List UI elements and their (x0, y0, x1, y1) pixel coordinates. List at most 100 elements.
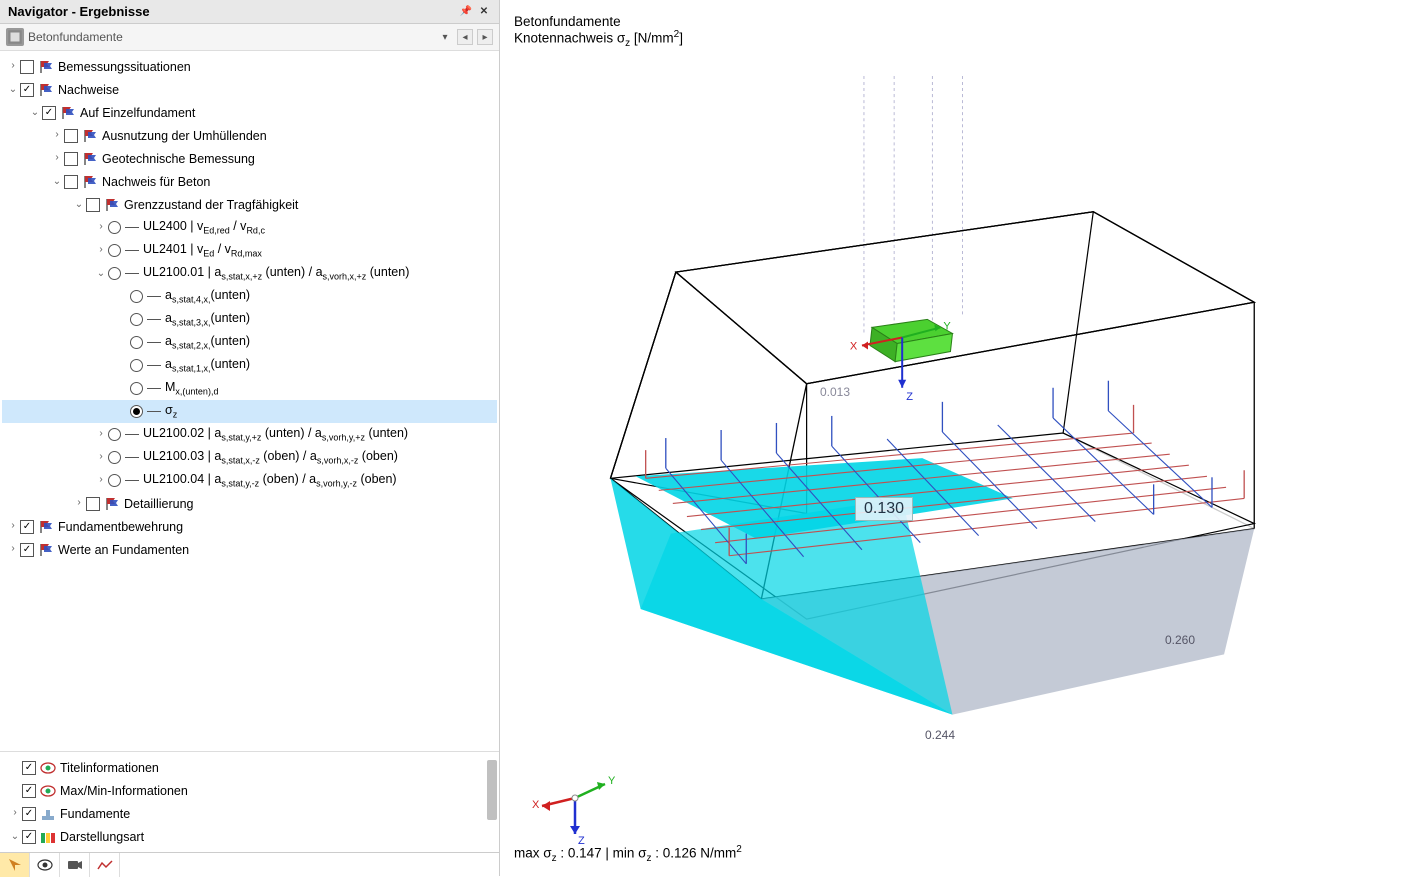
checkbox[interactable] (42, 106, 56, 120)
tree-row[interactable]: as,stat,3,x,(unten) (2, 308, 497, 331)
results-tree[interactable]: › Bemessungssituationen ⌄Nachweise⌄Auf Ein… (0, 51, 499, 751)
3d-viewport[interactable]: Betonfundamente Knotennachweis σz [N/mm2… (500, 0, 1415, 876)
chevron-right-icon[interactable]: › (94, 429, 108, 440)
checkbox[interactable] (20, 83, 34, 97)
tree-row[interactable]: › Werte an Fundamenten (2, 538, 497, 561)
checkbox[interactable] (64, 152, 78, 166)
display-option-row[interactable]: ⌄Darstellungsart (2, 825, 497, 848)
checkbox[interactable] (20, 520, 34, 534)
radio[interactable] (108, 221, 121, 234)
breadcrumb-text[interactable]: Betonfundamente (28, 30, 433, 44)
toolbar-btn-nav[interactable] (0, 853, 30, 877)
radio[interactable] (108, 428, 121, 441)
radio[interactable] (130, 290, 143, 303)
chevron-right-icon[interactable]: › (50, 153, 64, 164)
radio[interactable] (108, 451, 121, 464)
tree-row[interactable]: ›Geotechnische Bemessung (2, 147, 497, 170)
chevron-right-icon[interactable]: › (94, 452, 108, 463)
radio[interactable] (130, 313, 143, 326)
display-option-row[interactable]: Titelinformationen (2, 756, 497, 779)
checkbox[interactable] (22, 784, 36, 798)
radio[interactable] (130, 382, 143, 395)
radio[interactable] (108, 267, 121, 280)
eye-icon (40, 762, 56, 774)
checkbox[interactable] (64, 129, 78, 143)
dash-icon (147, 296, 161, 297)
tree-row[interactable]: as,stat,2,x,(unten) (2, 331, 497, 354)
chevron-down-icon[interactable]: ⌄ (50, 176, 64, 188)
tree-row[interactable]: ›UL2100.04 | as,stat,y,-z (oben) / as,vo… (2, 469, 497, 492)
chevron-down-icon[interactable]: ⌄ (6, 84, 20, 96)
chevron-right-icon[interactable]: › (94, 245, 108, 256)
radio[interactable] (130, 405, 143, 418)
tree-row[interactable]: › Bemessungssituationen (2, 55, 497, 78)
radio[interactable] (130, 359, 143, 372)
chevron-down-icon[interactable]: ▾ (437, 29, 453, 45)
pin-icon[interactable]: 📌 (459, 5, 473, 19)
module-icon (6, 28, 24, 46)
tree-row[interactable]: ⌄Grenzzustand der Tragfähigkeit (2, 193, 497, 216)
tree-row[interactable]: ⌄Auf Einzelfundament (2, 101, 497, 124)
checkbox[interactable] (20, 543, 34, 557)
chevron-down-icon[interactable]: ⌄ (72, 199, 86, 211)
chevron-right-icon[interactable]: › (94, 222, 108, 233)
radio[interactable] (108, 474, 121, 487)
chevron-right-icon[interactable]: › (94, 475, 108, 486)
tree-label: UL2401 | vEd / vRd,max (143, 242, 262, 259)
option-label: Titelinformationen (60, 761, 159, 775)
tree-row[interactable]: › UL2401 | vEd / vRd,max (2, 239, 497, 262)
chevron-right-icon[interactable]: › (6, 61, 20, 72)
radio[interactable] (130, 336, 143, 349)
chevron-right-icon[interactable]: › (6, 521, 20, 532)
value-label-1: 0.013 (820, 385, 850, 399)
chevron-down-icon[interactable]: ⌄ (94, 268, 108, 280)
tree-label: UL2100.02 | as,stat,y,+z (unten) / as,vo… (143, 426, 408, 443)
axis-gizmo[interactable]: X Y Z (530, 766, 620, 846)
radio[interactable] (108, 244, 121, 257)
toolbar-btn-view[interactable] (30, 853, 60, 877)
tree-row[interactable]: ⌄Nachweise (2, 78, 497, 101)
tree-label: Ausnutzung der Umhüllenden (102, 129, 267, 143)
checkbox[interactable] (20, 60, 34, 74)
chevron-down-icon[interactable]: ⌄ (28, 107, 42, 119)
svg-text:X: X (532, 799, 540, 811)
tree-row[interactable]: as,stat,1,x,(unten) (2, 354, 497, 377)
tree-label: Bemessungssituationen (58, 60, 191, 74)
tree-row[interactable]: › UL2100.02 | as,stat,y,+z (unten) / as,v… (2, 423, 497, 446)
display-option-row[interactable]: ›Fundamente (2, 802, 497, 825)
toolbar-btn-graph[interactable] (90, 853, 120, 877)
tree-row[interactable]: ⌄UL2100.01 | as,stat,x,+z (unten) / as,v… (2, 262, 497, 285)
tree-row[interactable]: σz (2, 400, 497, 423)
scrollbar-thumb[interactable] (487, 760, 497, 820)
tree-row[interactable]: ›UL2400 | vEd,red / vRd,c (2, 216, 497, 239)
flag-icon (82, 175, 98, 189)
checkbox[interactable] (64, 175, 78, 189)
close-icon[interactable]: ✕ (477, 5, 491, 19)
tree-label: Werte an Fundamenten (58, 543, 189, 557)
nav-next-icon[interactable]: ▸ (477, 29, 493, 45)
tree-label: Detaillierung (124, 497, 193, 511)
checkbox[interactable] (22, 761, 36, 775)
tree-row[interactable]: ›Fundamentbewehrung (2, 515, 497, 538)
toolbar-btn-camera[interactable] (60, 853, 90, 877)
tree-row[interactable]: › Ausnutzung der Umhüllenden (2, 124, 497, 147)
chevron-right-icon[interactable]: › (50, 130, 64, 141)
option-label: Max/Min-Informationen (60, 784, 188, 798)
chevron-right-icon[interactable]: › (6, 544, 20, 555)
chevron-right-icon[interactable]: › (8, 808, 22, 819)
tree-row[interactable]: ⌄Nachweis für Beton (2, 170, 497, 193)
checkbox[interactable] (86, 198, 100, 212)
checkbox[interactable] (22, 807, 36, 821)
chevron-down-icon[interactable]: ⌄ (8, 831, 22, 843)
3d-scene[interactable]: X Y Z (530, 60, 1385, 796)
tree-row[interactable]: › Detaillierung (2, 492, 497, 515)
checkbox[interactable] (86, 497, 100, 511)
tree-row[interactable]: Mx,(unten),d (2, 377, 497, 400)
chevron-right-icon[interactable]: › (72, 498, 86, 509)
tree-row[interactable]: ›UL2100.03 | as,stat,x,-z (oben) / as,vo… (2, 446, 497, 469)
panel-header: Navigator - Ergebnisse 📌 ✕ (0, 0, 499, 24)
tree-row[interactable]: as,stat,4,x,(unten) (2, 285, 497, 308)
nav-prev-icon[interactable]: ◂ (457, 29, 473, 45)
display-option-row[interactable]: Max/Min-Informationen (2, 779, 497, 802)
checkbox[interactable] (22, 830, 36, 844)
